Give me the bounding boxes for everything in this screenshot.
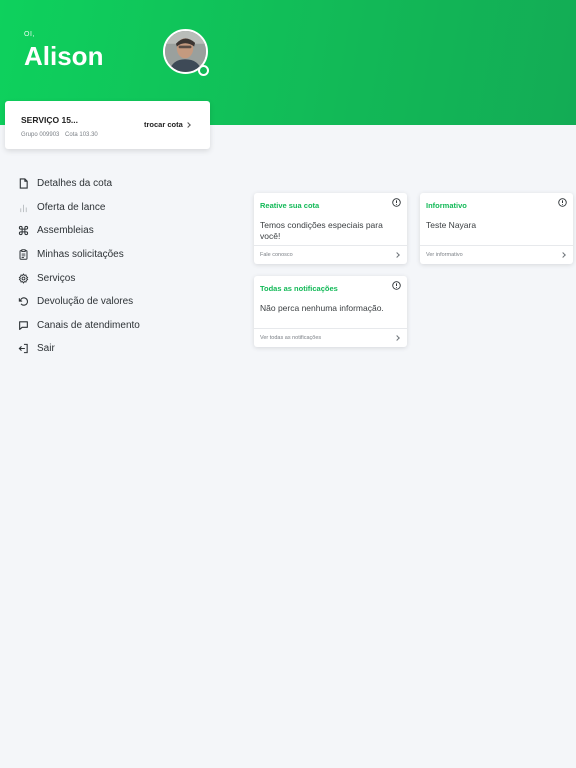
username-title: Alison bbox=[24, 41, 104, 71]
card-body-text: Não perca nenhuma informação. bbox=[260, 303, 384, 313]
menu-item-label: Oferta de lance bbox=[37, 201, 106, 213]
side-menu: Detalhes da cota Oferta de lance Assembl… bbox=[16, 172, 216, 361]
menu-item-label: Canais de atendimento bbox=[37, 319, 140, 331]
menu-item-assembleias[interactable]: Assembleias bbox=[16, 219, 216, 243]
menu-item-label: Assembleias bbox=[37, 225, 94, 237]
menu-item-label: Minhas solicitações bbox=[37, 249, 124, 261]
menu-item-servicos[interactable]: Serviços bbox=[16, 266, 216, 290]
quota-number: Cota 103.30 bbox=[65, 132, 98, 138]
info-icon[interactable] bbox=[558, 198, 567, 207]
online-status-icon bbox=[198, 65, 209, 76]
menu-item-sair[interactable]: Sair bbox=[16, 337, 216, 361]
contact-us-link[interactable]: Fale conosco bbox=[254, 245, 407, 264]
command-icon bbox=[16, 224, 30, 238]
menu-item-label: Serviços bbox=[37, 272, 76, 284]
card-title: Reative sua cota bbox=[260, 201, 320, 210]
info-icon[interactable] bbox=[392, 198, 401, 207]
card-body-text: Temos condições especiais para você! bbox=[260, 220, 383, 241]
bar-chart-icon bbox=[16, 200, 30, 214]
chevron-right-icon bbox=[394, 252, 400, 258]
view-informative-link[interactable]: Ver informativo bbox=[420, 245, 573, 264]
chevron-right-icon bbox=[560, 252, 566, 258]
menu-item-label: Detalhes da cota bbox=[37, 178, 113, 190]
chat-icon bbox=[16, 318, 30, 332]
quota-details: Grupo 009903 Cota 103.30 bbox=[21, 132, 98, 138]
menu-item-devolucao-de-valores[interactable]: Devolução de valores bbox=[16, 290, 216, 314]
chevron-right-icon bbox=[184, 121, 191, 128]
card-footer-label: Ver informativo bbox=[426, 252, 463, 258]
quota-group: Grupo 009903 bbox=[21, 132, 60, 138]
document-icon bbox=[16, 177, 30, 191]
logout-icon bbox=[16, 342, 30, 356]
card-footer-label: Ver todas as notificações bbox=[260, 335, 322, 341]
informative-card: Informativo Teste Nayara Ver informativo bbox=[420, 193, 573, 264]
switch-quota-button[interactable]: trocar cota bbox=[144, 120, 191, 129]
card-footer-label: Fale conosco bbox=[260, 252, 293, 258]
info-icon[interactable] bbox=[392, 281, 401, 290]
menu-item-oferta-de-lance[interactable]: Oferta de lance bbox=[16, 196, 216, 220]
view-all-notifications-link[interactable]: Ver todas as notificações bbox=[254, 328, 407, 347]
quota-title: SERVIÇO 15... bbox=[21, 115, 79, 125]
menu-item-minhas-solicitacoes[interactable]: Minhas solicitações bbox=[16, 243, 216, 267]
greeting-text: OI, bbox=[24, 31, 35, 38]
switch-quota-label: trocar cota bbox=[144, 120, 183, 129]
menu-item-label: Devolução de valores bbox=[37, 296, 134, 308]
chevron-right-icon bbox=[394, 335, 400, 341]
card-body-text: Teste Nayara bbox=[426, 220, 477, 230]
undo-icon bbox=[16, 295, 30, 309]
menu-item-canais-de-atendimento[interactable]: Canais de atendimento bbox=[16, 314, 216, 338]
notifications-card: Todas as notificações Não perca nenhuma … bbox=[254, 276, 407, 347]
quota-selector-card: SERVIÇO 15... Grupo 009903 Cota 103.30 t… bbox=[5, 101, 210, 149]
card-title: Informativo bbox=[426, 201, 467, 210]
card-title: Todas as notificações bbox=[260, 284, 338, 293]
menu-item-label: Sair bbox=[37, 343, 55, 355]
gear-icon bbox=[16, 271, 30, 285]
reactivate-quota-card: Reative sua cota Temos condições especia… bbox=[254, 193, 407, 264]
clipboard-icon bbox=[16, 248, 30, 262]
menu-item-detalhes-da-cota[interactable]: Detalhes da cota bbox=[16, 172, 216, 196]
